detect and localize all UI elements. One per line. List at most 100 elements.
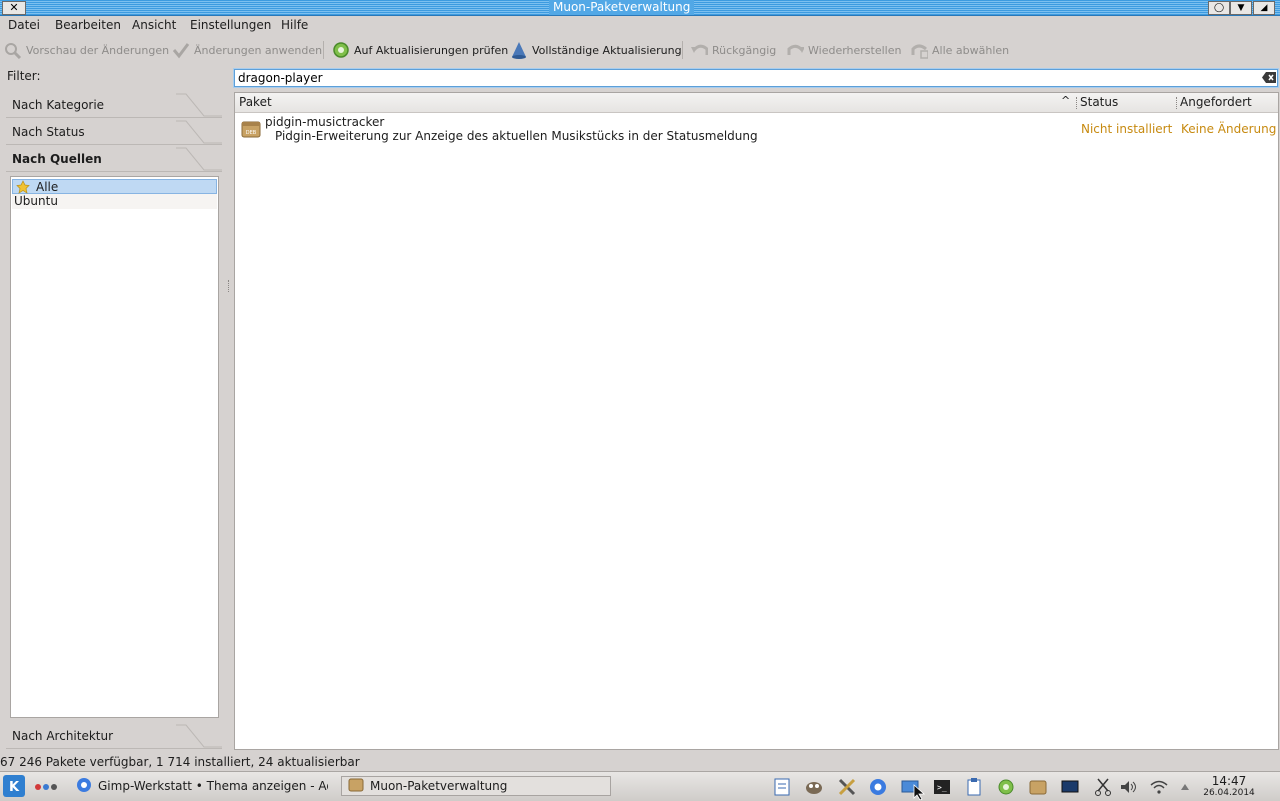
chromium-icon[interactable] [868, 777, 888, 797]
filter-by-sources-label: Nach Quellen [12, 152, 102, 166]
apply-changes-button[interactable]: Änderungen anwenden [172, 37, 322, 63]
deb-package-icon: DEB [241, 119, 261, 142]
package-status: Nicht installiert [1081, 122, 1173, 136]
undo-button[interactable]: Rückgängig [690, 37, 776, 63]
taskbar-task-label: Muon-Paketverwaltung [370, 779, 508, 793]
deselect-all-label: Alle abwählen [932, 43, 1010, 57]
source-item-label: Ubuntu [14, 194, 58, 208]
tab-slant-decoration [176, 724, 222, 748]
terminal-icon[interactable]: >_ [932, 777, 952, 797]
clipboard-icon[interactable] [964, 777, 984, 797]
filter-by-architecture-label: Nach Architektur [12, 729, 114, 743]
deselect-arrow-icon [910, 41, 928, 59]
filter-by-sources[interactable]: Nach Quellen [6, 147, 222, 172]
magnifier-icon [4, 41, 22, 59]
full-upgrade-label: Vollständige Aktualisierung [532, 43, 682, 57]
toolbar: Vorschau der Änderungen Änderungen anwen… [0, 37, 1280, 63]
tools-icon[interactable] [837, 777, 857, 797]
tray-expand-icon[interactable] [1175, 777, 1195, 797]
clock-time: 14:47 [1211, 774, 1247, 788]
preview-changes-button[interactable]: Vorschau der Änderungen [4, 37, 169, 63]
maximize-icon[interactable]: ◢ [1253, 1, 1275, 15]
status-bar: 67 246 Pakete verfügbar, 1 714 installie… [0, 755, 360, 769]
svg-text:>_: >_ [937, 783, 947, 792]
column-header-requested[interactable]: Angefordert [1180, 95, 1252, 109]
minimize-icon[interactable]: ▼ [1230, 1, 1252, 15]
filter-by-architecture[interactable]: Nach Architektur [6, 724, 222, 749]
filter-by-category[interactable]: Nach Kategorie [6, 93, 222, 118]
menu-hilfe[interactable]: Hilfe [281, 18, 308, 32]
window-close-icon[interactable]: ✕ [2, 1, 26, 15]
column-separator[interactable] [1176, 97, 1178, 109]
checkmark-icon [172, 41, 190, 59]
upgrade-cone-icon [510, 41, 528, 59]
source-item-ubuntu[interactable]: Ubuntu [12, 194, 217, 209]
deb-package-icon [348, 777, 364, 796]
full-upgrade-button[interactable]: Vollständige Aktualisierung [510, 37, 682, 63]
redo-button[interactable]: Wiederherstellen [786, 37, 901, 63]
package-requested: Keine Änderung [1181, 122, 1277, 136]
update-notifier-icon[interactable] [996, 777, 1016, 797]
notes-icon[interactable] [772, 777, 792, 797]
chrome-icon [76, 777, 92, 796]
svg-text:DEB: DEB [246, 130, 257, 136]
filter-by-category-label: Nach Kategorie [12, 98, 105, 112]
tab-slant-decoration [176, 147, 222, 171]
source-item-alle[interactable]: Alle [12, 179, 217, 194]
filter-by-status-label: Nach Status [12, 125, 85, 139]
sort-ascending-icon[interactable]: ^ [1061, 94, 1070, 107]
svg-text:K: K [9, 780, 20, 794]
display-icon[interactable] [1060, 777, 1080, 797]
package-table[interactable]: Paket ^ Status Angefordert DEB pidgin-mu… [234, 92, 1279, 750]
wifi-icon[interactable] [1149, 777, 1169, 797]
preview-changes-label: Vorschau der Änderungen [26, 43, 170, 57]
taskbar: K Gimp-Werkstatt • Thema anzeigen - Adob… [0, 771, 1280, 801]
column-header-package[interactable]: Paket [239, 95, 272, 109]
check-updates-label: Auf Aktualisierungen prüfen [354, 43, 509, 57]
filter-label: Filter: [7, 69, 41, 83]
package-name: pidgin-musictracker [265, 115, 385, 129]
tab-slant-decoration [176, 120, 222, 144]
column-separator[interactable] [1076, 97, 1078, 109]
activities-icon[interactable] [34, 777, 58, 797]
package-description: Pidgin-Erweiterung zur Anzeige des aktue… [275, 129, 758, 143]
redo-label: Wiederherstellen [808, 43, 902, 57]
clock[interactable]: 14:47 26.04.2014 [1200, 774, 1258, 798]
kde-menu-icon[interactable]: K [3, 775, 25, 797]
menu-einstellungen[interactable]: Einstellungen [190, 18, 271, 32]
menu-datei[interactable]: Datei [8, 18, 40, 32]
filter-by-status[interactable]: Nach Status [6, 120, 222, 145]
gimp-icon[interactable] [804, 777, 824, 797]
scissors-icon[interactable] [1093, 777, 1113, 797]
check-updates-button[interactable]: Auf Aktualisierungen prüfen [332, 37, 508, 63]
toolbar-separator [323, 41, 324, 59]
redo-arrow-icon [786, 41, 804, 59]
taskbar-task-label: Gimp-Werkstatt • Thema anzeigen - Adobe [98, 779, 328, 793]
table-header: Paket ^ Status Angefordert [235, 93, 1278, 113]
search-input[interactable] [235, 70, 1251, 86]
volume-icon[interactable] [1119, 777, 1139, 797]
menubar: Datei Bearbeiten Ansicht Einstellungen H… [0, 16, 1280, 36]
splitter-handle[interactable] [228, 280, 232, 292]
deselect-all-button[interactable]: Alle abwählen [910, 37, 1009, 63]
mouse-cursor-icon [913, 784, 926, 800]
column-header-status[interactable]: Status [1080, 95, 1118, 109]
taskbar-task-muon[interactable]: Muon-Paketverwaltung [341, 776, 611, 796]
window-menu-icon[interactable]: ◯ [1208, 1, 1230, 15]
window-titlebar[interactable]: ✕ Muon-Paketverwaltung ◯ ▼ ◢ [0, 0, 1280, 16]
table-row[interactable]: DEB pidgin-musictracker Pidgin-Erweiteru… [235, 114, 1278, 144]
deb-package-icon[interactable] [1028, 777, 1048, 797]
tab-slant-decoration [176, 93, 222, 117]
sources-list[interactable]: Alle Ubuntu [10, 176, 219, 718]
apply-changes-label: Änderungen anwenden [194, 43, 323, 57]
search-box[interactable] [234, 69, 1278, 87]
menu-ansicht[interactable]: Ansicht [132, 18, 176, 32]
clock-date: 26.04.2014 [1203, 788, 1255, 798]
menu-bearbeiten[interactable]: Bearbeiten [55, 18, 121, 32]
refresh-gear-icon [332, 41, 350, 59]
clear-search-icon[interactable] [1262, 71, 1276, 84]
taskbar-task-browser[interactable]: Gimp-Werkstatt • Thema anzeigen - Adobe [70, 776, 334, 796]
window-title: Muon-Paketverwaltung [549, 0, 695, 15]
undo-label: Rückgängig [712, 43, 777, 57]
source-item-label: Alle [36, 180, 59, 194]
